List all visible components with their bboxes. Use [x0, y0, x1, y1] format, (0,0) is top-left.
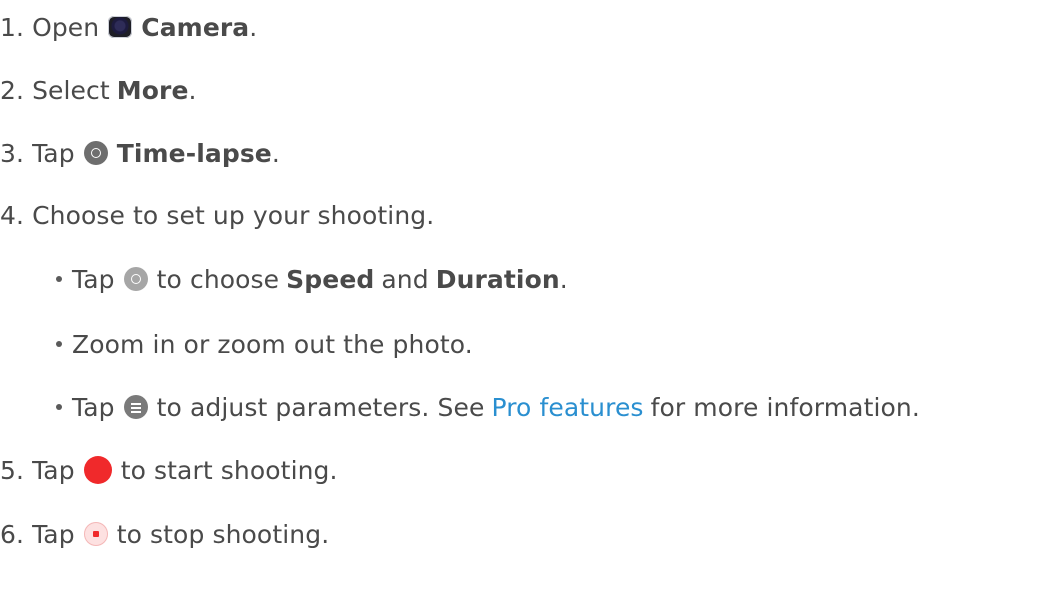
- step-text: Select: [32, 75, 110, 105]
- bullet-text: to adjust parameters. See: [156, 392, 485, 422]
- bullet-text: to choose: [156, 264, 280, 294]
- speed-icon: [123, 267, 148, 291]
- step-text: to stop shooting.: [116, 519, 330, 549]
- step-5: 5. Tap to start shooting.: [0, 450, 338, 490]
- record-icon: [83, 456, 112, 484]
- bullet-text: for more information.: [650, 392, 920, 422]
- punctuation: .: [249, 12, 258, 42]
- step-text: Tap: [32, 519, 75, 549]
- camera-icon: [108, 16, 133, 38]
- more-label: More: [116, 75, 189, 105]
- step-number: 6.: [0, 519, 25, 549]
- step-number: 2.: [0, 75, 25, 105]
- duration-label: Duration: [435, 264, 560, 294]
- step-3: 3. Tap Time-lapse.: [0, 133, 280, 173]
- parameters-icon: [123, 395, 148, 419]
- punctuation: .: [188, 75, 197, 105]
- bullet-item-zoom: Zoom in or zoom out the photo.: [0, 324, 473, 364]
- step-text: to start shooting.: [120, 455, 338, 485]
- pro-features-link[interactable]: Pro features: [491, 393, 643, 422]
- punctuation: .: [271, 138, 280, 168]
- punctuation: .: [559, 264, 568, 294]
- bullet-item-speed: Tap to choose Speed and Duration.: [0, 259, 568, 299]
- step-number: 3.: [0, 138, 25, 168]
- bullet-text: Tap: [72, 264, 115, 294]
- step-text: Tap: [32, 138, 75, 168]
- speed-label: Speed: [286, 264, 375, 294]
- bullet-dot: [56, 276, 62, 282]
- stop-icon: [83, 522, 108, 546]
- timelapse-label: Time-lapse: [116, 138, 272, 168]
- bullet-text: Tap: [72, 392, 115, 422]
- step-6: 6. Tap to stop shooting.: [0, 514, 329, 554]
- bullet-text: and: [381, 264, 429, 294]
- step-number: 1.: [0, 12, 25, 42]
- step-text: Tap: [32, 455, 75, 485]
- camera-app-label: Camera: [141, 12, 250, 42]
- step-text: Choose to set up your shooting.: [32, 200, 435, 230]
- step-4: 4. Choose to set up your shooting.: [0, 195, 434, 235]
- step-number: 5.: [0, 455, 25, 485]
- step-number: 4.: [0, 200, 25, 230]
- bullet-text: Zoom in or zoom out the photo.: [72, 329, 473, 359]
- step-2: 2. Select More.: [0, 70, 197, 110]
- bullet-dot: [56, 404, 62, 410]
- timelapse-icon: [83, 141, 108, 165]
- step-text: Open: [32, 12, 100, 42]
- step-1: 1. Open Camera.: [0, 7, 257, 47]
- bullet-item-parameters: Tap to adjust parameters. See Pro featur…: [0, 387, 920, 427]
- bullet-dot: [56, 341, 62, 347]
